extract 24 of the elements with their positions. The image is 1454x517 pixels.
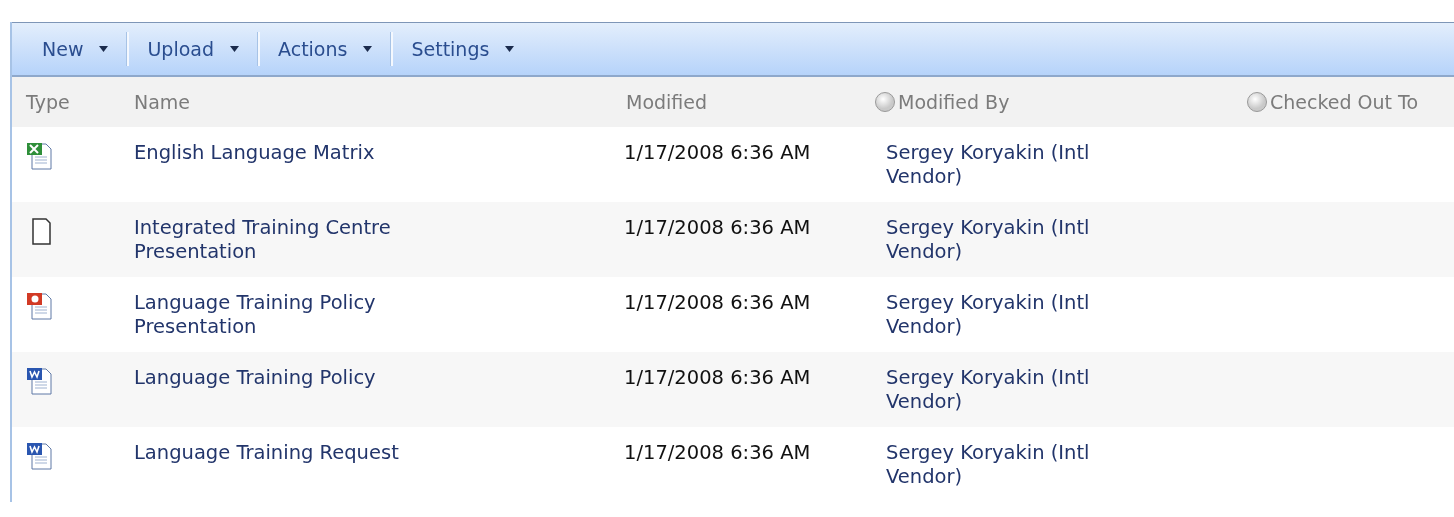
- modified-cell-text: 1/17/2008 6:36 AM: [623, 441, 812, 465]
- modified-cell-text: 1/17/2008 6:36 AM: [623, 366, 812, 390]
- user-link[interactable]: Sergey Koryakin (Intl Vendor): [860, 216, 1126, 264]
- modified-cell-text: 1/17/2008 6:36 AM: [623, 141, 812, 165]
- user-link[interactable]: Sergey Koryakin (Intl Vendor): [860, 141, 1126, 189]
- column-header[interactable]: Type: [26, 91, 70, 113]
- column-header[interactable]: Modified By: [898, 91, 1010, 113]
- modified-cell-text: 1/17/2008 6:36 AM: [623, 216, 812, 240]
- file-name-link[interactable]: Language Training Policy: [120, 366, 464, 390]
- toolbar-menu-button[interactable]: Upload: [133, 30, 254, 68]
- toolbar-menu-button[interactable]: Actions: [264, 30, 387, 68]
- user-link[interactable]: Sergey Koryakin (Intl Vendor): [860, 441, 1126, 489]
- user-link[interactable]: Sergey Koryakin (Intl Vendor): [860, 291, 1126, 339]
- column-header[interactable]: Name: [134, 91, 191, 113]
- modified-cell-text: 1/17/2008 6:36 AM: [623, 291, 812, 315]
- file-name-link[interactable]: Language Training Policy Presentation: [120, 291, 464, 339]
- file-name-link[interactable]: English Language Matrix: [120, 141, 464, 165]
- user-link[interactable]: Sergey Koryakin (Intl Vendor): [860, 366, 1126, 414]
- column-header[interactable]: Checked Out To: [1270, 91, 1419, 113]
- toolbar-menu-button[interactable]: New: [28, 30, 123, 68]
- column-header[interactable]: Modified: [626, 91, 708, 113]
- file-name-link[interactable]: Language Training Request: [120, 441, 464, 465]
- toolbar-menu-button[interactable]: Settings: [397, 30, 529, 68]
- file-name-link[interactable]: Integrated Training Centre Presentation: [120, 216, 464, 264]
